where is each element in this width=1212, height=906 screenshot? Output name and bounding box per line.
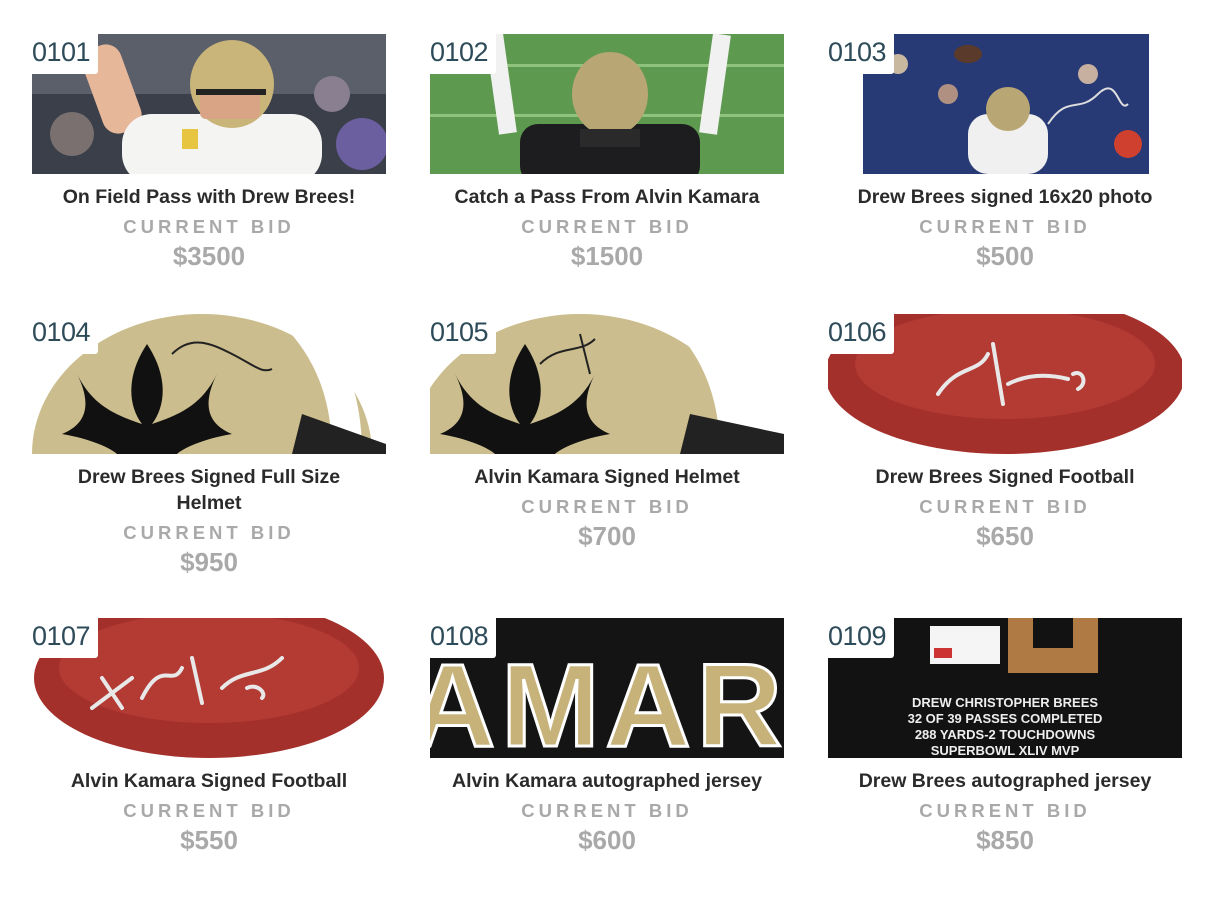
bid-amount: $850 [976,825,1034,855]
inscription-line: 32 OF 39 PASSES COMPLETED [908,711,1103,726]
auction-card[interactable]: 0104 Drew Brees Signed Full Size Helmet … [32,314,386,579]
current-bid-label: CURRENT BID [123,522,295,543]
item-title[interactable]: Drew Brees signed 16x20 photo [828,184,1182,210]
item-title[interactable]: Alvin Kamara Signed Helmet [430,464,784,490]
auction-card[interactable]: 0101 On Field Pass with Drew Brees! CURR… [32,34,386,273]
signed-football-photo[interactable]: 0107 [32,618,386,758]
current-bid-label: CURRENT BID [521,496,693,517]
current-bid-label: CURRENT BID [123,800,295,821]
bid-amount: $950 [180,547,238,577]
alvin-kamara-arms-raised-photo[interactable]: 0102 [430,34,784,174]
current-bid-label: CURRENT BID [919,800,1091,821]
lot-number: 0103 [828,34,895,74]
bid-amount: $3500 [172,241,246,271]
auction-card[interactable]: AMARA 0108 Alvin Kamara autographed jers… [430,618,784,857]
bid-amount: $650 [976,521,1034,551]
signed-football-photo[interactable]: 0106 [828,314,1182,454]
inscription-line: 288 YARDS-2 TOUCHDOWNS [915,727,1096,742]
signed-saints-helmet-photo[interactable]: 0104 [32,314,386,454]
current-bid-label: CURRENT BID [521,800,693,821]
auction-card[interactable]: 0105 Alvin Kamara Signed Helmet CURRENT … [430,314,784,553]
item-title[interactable]: Drew Brees autographed jersey [828,768,1182,794]
inscription-line: DREW CHRISTOPHER BREES [912,695,1098,710]
auction-card[interactable]: 0107 Alvin Kamara Signed Football CURREN… [32,618,386,857]
auction-card[interactable]: 0102 Catch a Pass From Alvin Kamara CURR… [430,34,784,273]
current-bid-label: CURRENT BID [919,216,1091,237]
current-bid-label: CURRENT BID [521,216,693,237]
current-bid-label: CURRENT BID [123,216,295,237]
lot-number: 0105 [430,314,497,354]
lot-number: 0107 [32,618,99,658]
bid-amount: $1500 [570,241,644,271]
kamara-jersey-lettering-photo[interactable]: AMARA 0108 [430,618,784,758]
item-title[interactable]: On Field Pass with Drew Brees! [32,184,386,210]
item-title[interactable]: Alvin Kamara autographed jersey [430,768,784,794]
lot-number: 0101 [32,34,99,74]
bid-amount: $700 [578,521,636,551]
item-title[interactable]: Drew Brees Signed Full Size Helmet [32,464,386,516]
drew-brees-throwing-signed-photo[interactable]: 0103 [828,34,1182,174]
item-title[interactable]: Catch a Pass From Alvin Kamara [430,184,784,210]
current-bid-label: CURRENT BID [919,496,1091,517]
auction-card[interactable]: 0106 Drew Brees Signed Football CURRENT … [828,314,1182,553]
bid-amount: $600 [578,825,636,855]
signed-saints-helmet-photo[interactable]: 0105 [430,314,784,454]
inscription-line: SUPERBOWL XLIV MVP [931,743,1080,758]
brees-jersey-inscription-photo[interactable]: DREW CHRISTOPHER BREES 32 OF 39 PASSES C… [828,618,1182,758]
lot-number: 0108 [430,618,497,658]
auction-card[interactable]: 0103 Drew Brees signed 16x20 photo CURRE… [828,34,1182,273]
auction-card[interactable]: DREW CHRISTOPHER BREES 32 OF 39 PASSES C… [828,618,1182,857]
bid-amount: $550 [180,825,238,855]
bid-amount: $500 [976,241,1034,271]
lot-number: 0104 [32,314,99,354]
lot-number: 0109 [828,618,895,658]
lot-number: 0102 [430,34,497,74]
lot-number: 0106 [828,314,895,354]
item-title[interactable]: Drew Brees Signed Football [828,464,1182,490]
drew-brees-celebrating-photo[interactable]: 0101 [32,34,386,174]
item-title[interactable]: Alvin Kamara Signed Football [32,768,386,794]
